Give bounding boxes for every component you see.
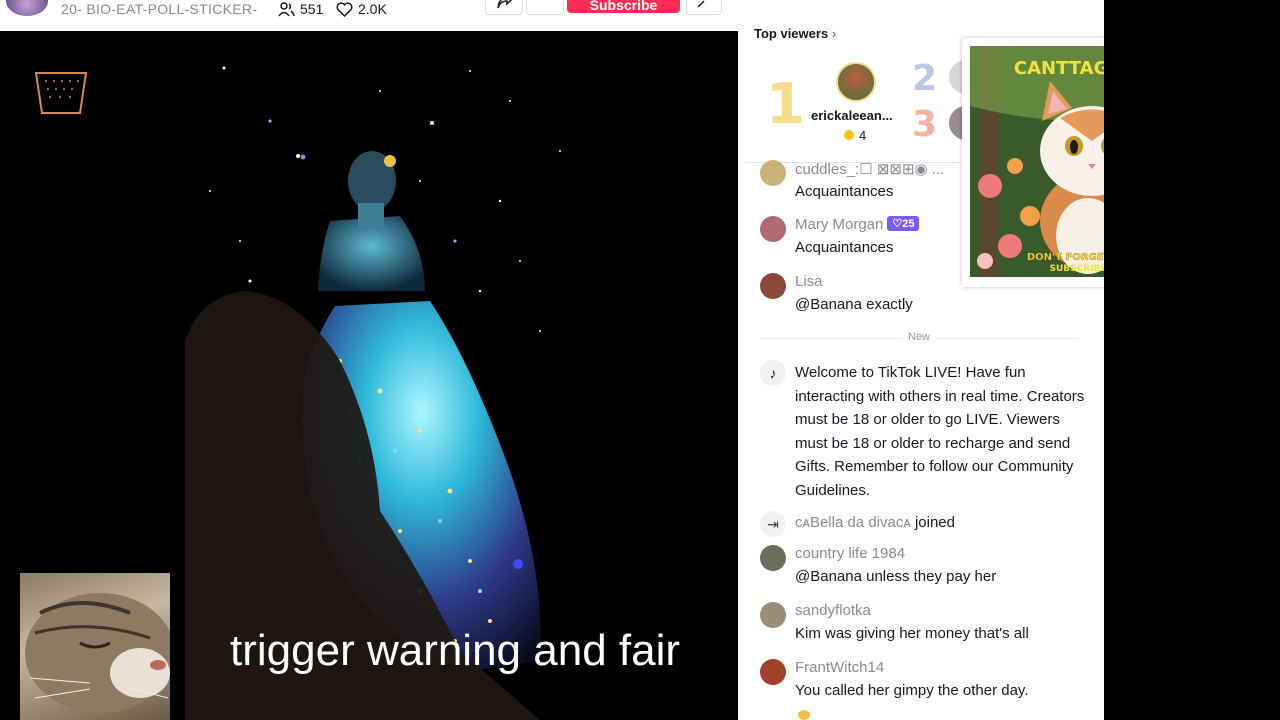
chat-text: You called her gimpy the other day.: [795, 682, 1029, 699]
user-avatar[interactable]: [760, 659, 786, 685]
chat-username[interactable]: Mary Morgan: [795, 216, 883, 233]
chat-text: Acquaintances: [795, 183, 894, 200]
stream-header: 20- BIO-EAT-POLL-STICKER- 551 2.0K Subsc…: [0, 0, 738, 31]
like-count-value: 2.0K: [358, 1, 387, 17]
chat-text: @Banana exactly: [795, 296, 913, 313]
join-notification: ᴄᴀBella da divaᴄᴀ joined: [795, 514, 955, 531]
subtitle-caption: trigger warning and fair: [230, 626, 681, 675]
viewer-count-value: 551: [300, 1, 324, 17]
gift-icon: [798, 710, 810, 720]
channel-logo: [34, 72, 88, 114]
chat-text: Acquaintances: [795, 239, 894, 256]
subscribe-button[interactable]: Subscribe: [567, 0, 680, 13]
chat-username-row: Mary Morgan ♡25: [795, 216, 920, 233]
top-viewer-avatar[interactable]: [836, 62, 876, 102]
cat-webcam-thumbnail: [20, 573, 170, 720]
chat-message[interactable]: sandyflotka Kim was giving her money tha…: [760, 602, 1090, 648]
rank-3-numeral: 3: [912, 104, 938, 145]
chat-message[interactable]: country life 1984 @Banana unless they pa…: [760, 545, 1090, 591]
top-viewer-name[interactable]: erickaleean...: [811, 108, 899, 123]
tiktok-icon: ♪: [760, 360, 786, 386]
host-avatar[interactable]: [6, 0, 48, 16]
sleeping-cat-image: [25, 593, 170, 713]
join-icon: ⇥: [760, 511, 786, 537]
rank-2-numeral: 2: [912, 58, 938, 99]
share-button[interactable]: [485, 0, 523, 15]
top-viewers-link[interactable]: Top viewers ›: [754, 26, 836, 41]
gifter-badge: ♡25: [887, 216, 920, 231]
coin-icon: [844, 130, 854, 140]
user-avatar[interactable]: [760, 273, 786, 299]
chat-username[interactable]: sandyflotka: [795, 602, 871, 619]
expand-icon: [697, 0, 705, 8]
viewer-count: 551: [278, 1, 323, 17]
heart-badge-icon: ♡: [892, 218, 903, 230]
new-messages-label: New: [902, 331, 937, 343]
right-letterbox: [1104, 0, 1280, 720]
like-count: 2.0K: [336, 1, 387, 17]
chat-username[interactable]: Lisa: [795, 273, 823, 290]
chat-text: @Banana unless they pay her: [795, 568, 997, 585]
user-avatar[interactable]: [760, 602, 786, 628]
chevron-right-icon: ›: [831, 26, 837, 41]
user-avatar[interactable]: [760, 160, 786, 186]
top-viewer-coins: 4: [859, 128, 867, 143]
welcome-message: Welcome to TikTok LIVE! Have fun interac…: [795, 364, 1085, 499]
chat-text: Kim was giving her money that's all: [795, 625, 1029, 642]
more-button[interactable]: [526, 0, 564, 15]
join-action: joined: [914, 514, 955, 531]
rank-1-numeral: 1: [766, 72, 805, 137]
stream-title: 20- BIO-EAT-POLL-STICKER-: [61, 1, 258, 17]
top-viewers-heading: Top viewers: [754, 26, 829, 41]
user-avatar[interactable]: [760, 216, 786, 242]
chat-username[interactable]: country life 1984: [795, 545, 905, 562]
share-icon: [497, 0, 513, 9]
user-avatar[interactable]: [760, 545, 786, 571]
chat-username[interactable]: cuddles_:☐ ⊠⊠⊞◉ ...: [795, 160, 944, 178]
joined-username[interactable]: ᴄᴀBella da divaᴄᴀ: [795, 514, 911, 531]
people-icon: [278, 1, 295, 16]
expand-button[interactable]: [686, 0, 722, 15]
cat-card-footer-2: SUBSCRIBE: [1049, 264, 1106, 274]
gifter-level: 25: [902, 218, 915, 230]
chat-username[interactable]: FrantWitch14: [795, 659, 884, 676]
heart-icon: [336, 1, 353, 17]
chat-message[interactable]: FrantWitch14 You called her gimpy the ot…: [760, 659, 1090, 705]
